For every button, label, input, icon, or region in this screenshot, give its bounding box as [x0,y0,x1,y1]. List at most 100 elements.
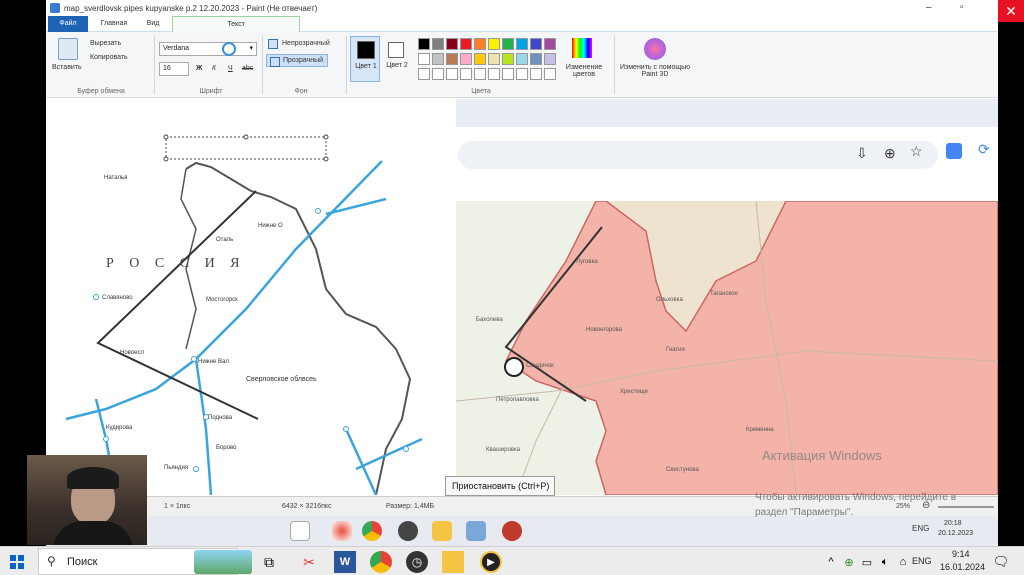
palette-swatch[interactable] [474,38,486,50]
tab-text[interactable]: Текст [172,16,300,32]
clock-date[interactable]: 16.01.2024 [940,562,985,572]
palette-swatch[interactable] [488,38,500,50]
palette-swatch[interactable] [446,53,458,65]
start-button[interactable] [6,551,28,573]
palette-swatch-empty[interactable] [460,68,472,80]
map-label: Луговка [576,259,598,265]
edit-colors-label[interactable]: Изменение цветов [562,64,606,78]
italic-button[interactable]: К [212,65,216,72]
palette-swatch[interactable] [530,53,542,65]
background-group-label: Фон [294,88,308,95]
language-indicator[interactable]: ENG [912,556,932,566]
palette-swatch[interactable] [446,38,458,50]
paste-label[interactable]: Вставить [52,64,82,71]
clock-icon[interactable]: ◷ [406,551,428,573]
snipping-icon[interactable] [332,521,352,541]
palette-swatch[interactable] [544,38,556,50]
palette-swatch[interactable] [530,38,542,50]
palette-swatch-empty[interactable] [502,68,514,80]
strikethrough-button[interactable]: abc [242,65,253,72]
palette-swatch[interactable] [544,53,556,65]
palette-swatch[interactable] [460,53,472,65]
paint-window: map_sverdlovsk pipes kupyanske p.2 12.20… [46,0,998,546]
underline-button[interactable]: Ч [228,65,233,72]
map-label: Свистунова [666,467,699,473]
activation-line2: раздел "Параметры". [755,507,854,518]
divider [154,36,155,94]
font-family-select[interactable]: Verdana ▾ [159,42,257,56]
edit-colors-icon[interactable] [572,38,592,58]
map-label: Борово [216,445,237,451]
cut-label[interactable]: Вырезать [90,40,121,47]
word-icon[interactable]: W [334,551,356,573]
font-size-select[interactable]: 16 [159,62,189,76]
bookmark-star-icon[interactable]: ☆ [910,143,923,160]
color2-button[interactable]: Цвет 2 [384,36,410,82]
tab-home[interactable]: Главная [96,16,132,32]
zoom-icon[interactable]: ⊕ [884,145,896,162]
chrome-icon[interactable] [370,551,392,573]
maximize-icon[interactable]: ▫ [960,2,964,13]
tab-file[interactable]: Файл [48,16,88,32]
translate-icon[interactable] [946,143,962,159]
palette-swatch[interactable] [516,38,528,50]
notifications-icon[interactable]: 🗨︎ [990,551,1012,573]
zoom-slider[interactable] [938,506,994,508]
clock-time[interactable]: 9:14 [952,549,970,559]
activation-title: Активация Windows [762,448,882,463]
file-explorer-icon[interactable] [442,551,464,573]
folder-icon[interactable] [432,521,452,541]
activation-line1: Чтобы активировать Windows, перейдите в [755,492,957,503]
map-label: Новоесл [120,350,144,356]
palette-swatch-empty[interactable] [530,68,542,80]
map-label: Нижне Вал [198,359,229,365]
palette-swatch[interactable] [502,53,514,65]
palette-swatch[interactable] [418,53,430,65]
palette-swatch-empty[interactable] [432,68,444,80]
bold-button[interactable]: Ж [196,65,202,72]
taskview-icon[interactable] [290,521,310,541]
webcam-body [53,521,133,545]
close-icon[interactable]: ✕ [998,0,1024,22]
refresh-icon[interactable]: ⟳ [978,141,990,158]
palette-swatch[interactable] [488,53,500,65]
color1-button[interactable]: Цвет 1 [350,36,380,82]
map-label: Квашировка [486,447,521,453]
palette-swatch-empty[interactable] [474,68,486,80]
map-label: Пьяндия [164,465,188,471]
tab-view[interactable]: Вид [140,16,166,32]
clipboard-paste-icon[interactable] [58,38,78,60]
clock-app-icon[interactable] [398,521,418,541]
transparent-icon [270,57,280,67]
canvas-area[interactable]: Р О С С И Я Сверловское облвсеь Наталья … [46,99,998,495]
map-label: Бахолева [476,317,503,323]
palette-swatch-empty[interactable] [544,68,556,80]
map-label: Славяново [102,295,133,301]
colors-group-label: Цвета [471,88,491,95]
copy-label[interactable]: Копировать [90,54,128,61]
palette-swatch[interactable] [502,38,514,50]
minimize-icon[interactable]: – [926,2,932,13]
palette-swatch-empty[interactable] [446,68,458,80]
media-player-icon[interactable]: ▶ [480,551,502,573]
palette-swatch[interactable] [474,53,486,65]
install-icon[interactable]: ⇩ [856,145,868,162]
app-icon[interactable] [502,521,522,541]
palette-swatch[interactable] [432,38,444,50]
chrome-icon[interactable] [362,521,382,541]
map-label: Хрестище [620,389,649,395]
snipping-tool-icon[interactable]: ✂ [298,551,320,573]
palette-swatch[interactable] [432,53,444,65]
palette-swatch[interactable] [418,38,430,50]
network-icon[interactable]: ⌂ [892,551,914,573]
paint3d-label[interactable]: Изменить с помощью Paint 3D [620,64,690,78]
inner-time: 20:18 [944,520,962,527]
task-view-icon[interactable]: ⧉ [258,551,280,573]
palette-swatch-empty[interactable] [418,68,430,80]
palette-swatch[interactable] [460,38,472,50]
palette-swatch-empty[interactable] [516,68,528,80]
palette-swatch[interactable] [516,53,528,65]
palette-swatch-empty[interactable] [488,68,500,80]
paint3d-icon[interactable] [644,38,666,60]
paint-icon[interactable] [466,521,486,541]
